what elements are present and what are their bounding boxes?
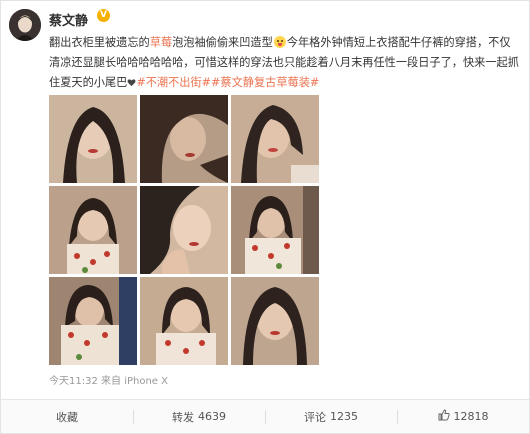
photo-4[interactable] (49, 186, 137, 274)
repost-label: 转发 (172, 410, 194, 424)
post-text-part: 翻出衣柜里被遗忘的 (49, 36, 150, 49)
source-prefix: 来自 (101, 376, 122, 387)
photo-9[interactable] (231, 277, 319, 365)
action-bar: 收藏 转发 4639 评论 1235 12818 (1, 399, 529, 433)
weibo-post-card: 蔡文静 V 翻出衣柜里被遗忘的草莓泡泡袖偷偷来凹造型 今年格外钟情短上衣搭配牛仔裤… (0, 0, 530, 434)
photo-1[interactable] (49, 95, 137, 183)
photo-6[interactable] (231, 186, 319, 274)
photo-2[interactable] (140, 95, 228, 183)
photo-5[interactable] (140, 186, 228, 274)
hashtag-link[interactable]: #不潮不出街# (136, 76, 211, 89)
like-button[interactable]: 12818 (397, 400, 529, 433)
comment-button[interactable]: 评论 1235 (265, 400, 397, 433)
tongue-face-emoji-icon (273, 36, 286, 48)
like-count: 12818 (453, 410, 489, 423)
post-time[interactable]: 今天11:32 (49, 376, 98, 387)
photo-grid (49, 95, 319, 365)
thumbs-up-icon (438, 409, 450, 424)
comment-label: 评论 (304, 410, 326, 424)
post-text-part: 泡泡袖偷偷来凹造型 (172, 36, 273, 49)
favorite-label: 收藏 (56, 410, 78, 424)
source-device: iPhone X (124, 376, 168, 387)
post-text: 翻出衣柜里被遗忘的草莓泡泡袖偷偷来凹造型 今年格外钟情短上衣搭配牛仔裤的穿搭，不仅… (49, 33, 519, 93)
heart-icon (127, 79, 136, 87)
photo-3[interactable] (231, 95, 319, 183)
comment-count: 1235 (330, 410, 358, 423)
hashtag-link[interactable]: #蔡文静复古草莓装# (211, 76, 319, 89)
repost-button[interactable]: 转发 4639 (133, 400, 265, 433)
highlight-keyword-link[interactable]: 草莓 (150, 36, 172, 49)
verified-badge-icon: V (97, 9, 110, 22)
avatar[interactable] (9, 9, 41, 41)
photo-8[interactable] (140, 277, 228, 365)
repost-count: 4639 (198, 410, 226, 423)
favorite-button[interactable]: 收藏 (1, 400, 133, 433)
post-meta: 今天11:32 来自 iPhone X (49, 372, 168, 387)
username[interactable]: 蔡文静 (49, 10, 88, 29)
photo-7[interactable] (49, 277, 137, 365)
